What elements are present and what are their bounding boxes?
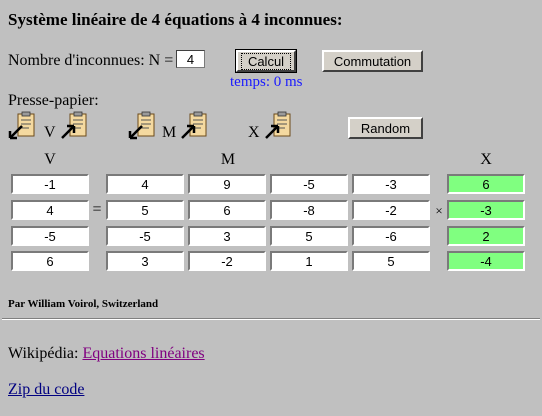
column-header-v: V <box>44 151 56 168</box>
column-header-x: X <box>480 151 492 168</box>
column-header-m: M <box>220 151 236 168</box>
paste-v-icon[interactable] <box>8 110 38 140</box>
unknowns-count-input[interactable] <box>176 50 205 68</box>
v-cell[interactable] <box>11 174 89 194</box>
clipboard-m-letter: M <box>162 124 177 141</box>
x-solution-cell[interactable] <box>447 174 525 194</box>
m-cell[interactable] <box>106 174 184 194</box>
x-solution-cell[interactable] <box>447 200 525 220</box>
copy-x-icon[interactable] <box>264 110 294 140</box>
paste-m-icon[interactable] <box>128 110 158 140</box>
commutation-button[interactable]: Commutation <box>322 50 423 72</box>
m-cell[interactable] <box>352 200 430 220</box>
calcul-button[interactable]: Calcul <box>235 49 297 73</box>
wikipedia-line: Wikipédia: Equations linéaires <box>8 345 205 363</box>
clipboard-x-letter: X <box>248 124 260 141</box>
m-cell[interactable] <box>270 200 348 220</box>
m-cell[interactable] <box>352 226 430 246</box>
m-cell[interactable] <box>270 174 348 194</box>
random-button[interactable]: Random <box>348 117 423 139</box>
times-sign: × <box>435 203 443 218</box>
x-solution-cell[interactable] <box>447 226 525 246</box>
m-cell[interactable] <box>188 200 266 220</box>
v-cell[interactable] <box>11 226 89 246</box>
divider <box>2 318 540 320</box>
equals-sign: = <box>92 201 102 218</box>
m-cell[interactable] <box>106 251 184 271</box>
m-cell[interactable] <box>106 200 184 220</box>
zip-code-link[interactable]: Zip du code <box>8 381 84 399</box>
m-cell[interactable] <box>106 226 184 246</box>
m-cell[interactable] <box>188 251 266 271</box>
timing-text: temps: 0 ms <box>230 74 303 90</box>
m-cell[interactable] <box>188 226 266 246</box>
v-cell[interactable] <box>11 251 89 271</box>
m-cell[interactable] <box>188 174 266 194</box>
m-cell[interactable] <box>352 174 430 194</box>
unknowns-label: Nombre d'inconnues: N = <box>8 52 174 69</box>
m-cell[interactable] <box>352 251 430 271</box>
author-credit: Par William Voirol, Switzerland <box>8 298 159 310</box>
wikipedia-prefix: Wikipédia: <box>8 345 79 362</box>
clipboard-label: Presse-papier: <box>8 92 99 109</box>
m-cell[interactable] <box>270 251 348 271</box>
page-title: Système linéaire de 4 équations à 4 inco… <box>8 10 343 29</box>
v-cell[interactable] <box>11 200 89 220</box>
copy-m-icon[interactable] <box>180 110 210 140</box>
wikipedia-link[interactable]: Equations linéaires <box>82 345 204 362</box>
m-cell[interactable] <box>270 226 348 246</box>
x-solution-cell[interactable] <box>447 251 525 271</box>
calcul-button-label: Calcul <box>240 52 292 70</box>
clipboard-v-letter: V <box>44 124 56 141</box>
copy-v-icon[interactable] <box>60 110 90 140</box>
